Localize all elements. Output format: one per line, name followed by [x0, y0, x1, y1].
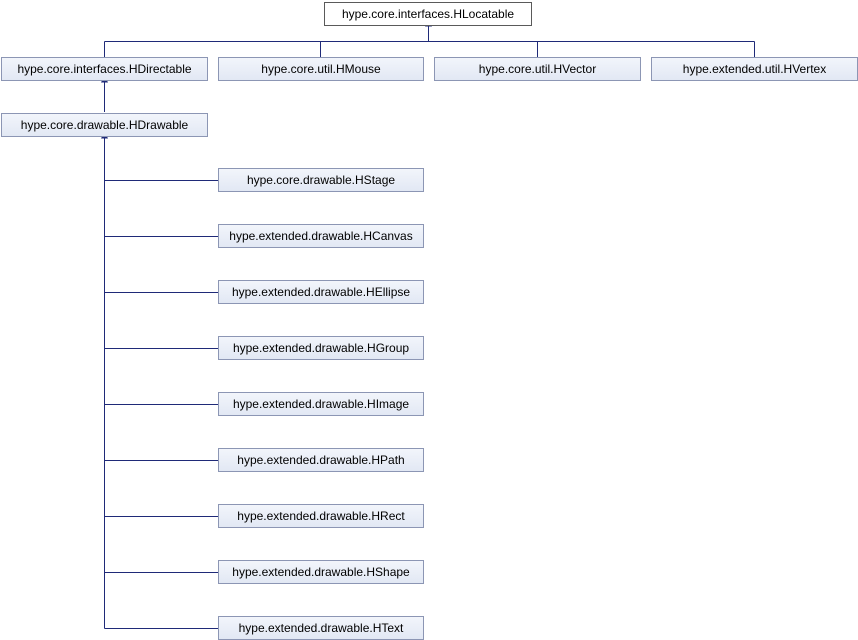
class-node-hcanvas[interactable]: hype.extended.drawable.HCanvas [218, 224, 424, 248]
class-node-hvertex[interactable]: hype.extended.util.HVertex [651, 57, 858, 81]
class-node-hvector[interactable]: hype.core.util.HVector [434, 57, 641, 81]
class-node-hpath[interactable]: hype.extended.drawable.HPath [218, 448, 424, 472]
inheritance-edges [101, 19, 755, 629]
class-node-hshape[interactable]: hype.extended.drawable.HShape [218, 560, 424, 584]
class-node-hdirectable[interactable]: hype.core.interfaces.HDirectable [1, 57, 208, 81]
class-node-hellipse[interactable]: hype.extended.drawable.HEllipse [218, 280, 424, 304]
class-node-hstage[interactable]: hype.core.drawable.HStage [218, 168, 424, 192]
class-node-hdrawable[interactable]: hype.core.drawable.HDrawable [1, 113, 208, 137]
class-node-hrect[interactable]: hype.extended.drawable.HRect [218, 504, 424, 528]
class-node-hgroup[interactable]: hype.extended.drawable.HGroup [218, 336, 424, 360]
class-node-hmouse[interactable]: hype.core.util.HMouse [218, 57, 424, 81]
class-node-htext[interactable]: hype.extended.drawable.HText [218, 616, 424, 640]
class-node-hlocatable[interactable]: hype.core.interfaces.HLocatable [324, 2, 532, 26]
class-node-himage[interactable]: hype.extended.drawable.HImage [218, 392, 424, 416]
